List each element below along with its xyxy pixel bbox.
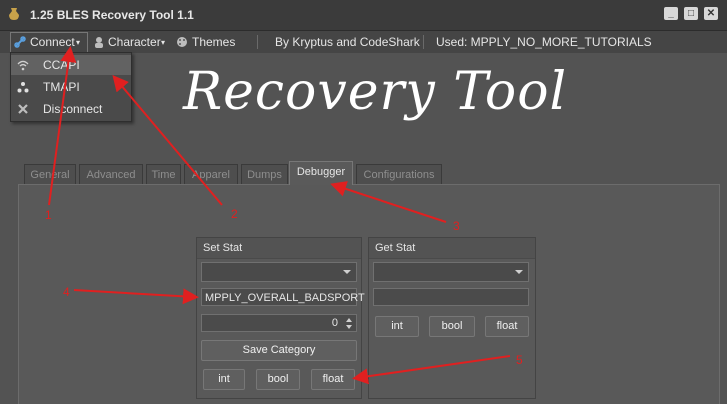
- menu-item-disconnect[interactable]: Disconnect: [11, 99, 131, 119]
- chevron-down-icon: ▾: [161, 38, 166, 47]
- menu-themes[interactable]: Themes: [192, 35, 235, 49]
- tab-configurations[interactable]: Configurations: [356, 164, 442, 186]
- menu-item-label: CCAPI: [43, 58, 80, 72]
- character-icon: [95, 37, 103, 48]
- x-icon: [18, 104, 28, 114]
- get-bool-button[interactable]: bool: [429, 316, 475, 337]
- tab-general[interactable]: General: [24, 164, 76, 186]
- menu-bar: Connect ▾ Character ▾ Themes By Kryptus …: [0, 30, 727, 53]
- annotation-number-3: 3: [453, 219, 460, 233]
- network-icon: [17, 82, 29, 93]
- app-icon: [9, 8, 19, 20]
- title-bar: 1.25 BLES Recovery Tool 1.1 _ □ ✕: [0, 0, 727, 30]
- set-stat-combo[interactable]: [201, 262, 357, 282]
- menu-separator: [257, 35, 258, 49]
- annotation-number-4: 4: [63, 285, 70, 299]
- menu-item-label: Disconnect: [43, 102, 103, 116]
- annotation-number-2: 2: [231, 207, 238, 221]
- palette-icon: [177, 37, 187, 47]
- get-float-button[interactable]: float: [485, 316, 529, 337]
- menu-separator: [423, 35, 424, 49]
- annotation-number-5: 5: [516, 353, 523, 367]
- credits-label: By Kryptus and CodeShark: [275, 35, 420, 49]
- spinner-down-icon[interactable]: [346, 325, 352, 329]
- tab-time[interactable]: Time: [146, 164, 181, 186]
- stat-value-spinner[interactable]: 0: [201, 314, 357, 332]
- set-float-button[interactable]: float: [311, 369, 355, 390]
- group-header: Set Stat: [197, 238, 361, 259]
- menu-character[interactable]: Character: [108, 35, 161, 49]
- menu-item-ccapi[interactable]: CCAPI: [11, 55, 131, 75]
- annotation-number-1: 1: [45, 208, 52, 222]
- set-stat-title: Set Stat: [203, 242, 243, 254]
- chevron-down-icon: [343, 270, 351, 274]
- tab-apparel[interactable]: Apparel: [184, 164, 238, 186]
- stat-name-field[interactable]: MPPLY_OVERALL_BADSPORT: [201, 288, 365, 306]
- spinner-value: 0: [331, 317, 338, 329]
- wifi-icon: [17, 60, 29, 71]
- get-int-button[interactable]: int: [375, 316, 419, 337]
- menu-item-label: TMAPI: [43, 80, 80, 94]
- tab-advanced[interactable]: Advanced: [79, 164, 143, 186]
- get-stat-title: Get Stat: [375, 242, 416, 254]
- set-bool-button[interactable]: bool: [256, 369, 300, 390]
- get-stat-group: Get Stat int bool float: [368, 237, 536, 399]
- tab-dumps[interactable]: Dumps: [241, 164, 288, 186]
- tab-debugger[interactable]: Debugger: [289, 161, 353, 185]
- connect-dropdown: CCAPI TMAPI Disconnect: [10, 52, 132, 122]
- spinner-up-icon[interactable]: [346, 318, 352, 322]
- close-button[interactable]: ✕: [704, 7, 718, 20]
- window-title: 1.25 BLES Recovery Tool 1.1: [30, 8, 194, 22]
- group-header: Get Stat: [369, 238, 535, 259]
- chevron-down-icon: [515, 270, 523, 274]
- save-category-button[interactable]: Save Category: [201, 340, 357, 361]
- maximize-button[interactable]: □: [684, 7, 698, 20]
- set-int-button[interactable]: int: [203, 369, 245, 390]
- get-stat-combo[interactable]: [373, 262, 529, 282]
- banner-title: Recovery Tool: [183, 62, 568, 122]
- connect-menu-highlight: [10, 32, 88, 53]
- minimize-button[interactable]: _: [664, 7, 678, 20]
- set-stat-group: Set Stat MPPLY_OVERALL_BADSPORT 0 Save C…: [196, 237, 365, 399]
- menu-item-tmapi[interactable]: TMAPI: [11, 77, 131, 97]
- used-stat-label: Used: MPPLY_NO_MORE_TUTORIALS: [436, 35, 652, 49]
- get-stat-field[interactable]: [373, 288, 529, 306]
